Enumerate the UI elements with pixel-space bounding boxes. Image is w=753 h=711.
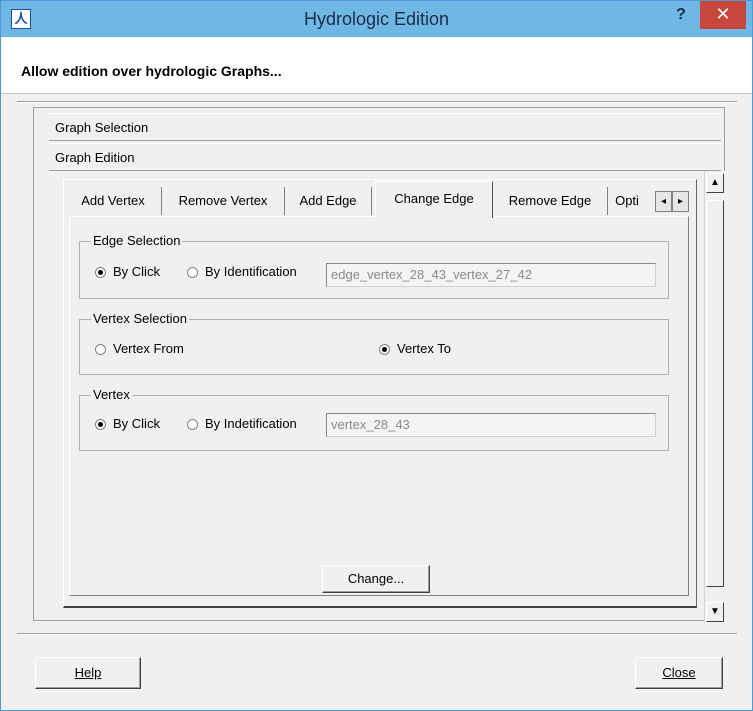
vertex-title: Vertex [91, 387, 132, 402]
dialog-window: 人 Hydrologic Edition ? ✕ Allow edition o… [0, 0, 753, 711]
help-button-label: Help [74, 665, 102, 680]
tab-add-vertex[interactable]: Add Vertex [65, 187, 162, 215]
scrollbar-thumb[interactable] [706, 200, 724, 587]
window-title: Hydrologic Edition [303, 9, 450, 29]
tab-scroll-left-icon[interactable]: ◂ [655, 191, 672, 212]
vertex-by-identification-radio[interactable] [187, 419, 198, 430]
change-button[interactable]: Change... [322, 565, 430, 593]
vertex-from-label[interactable]: Vertex From [113, 341, 184, 356]
top-divider [17, 101, 737, 103]
edge-by-identification-radio[interactable] [187, 267, 198, 278]
edge-identification-field[interactable]: edge_vertex_28_43_vertex_27_42 [326, 263, 656, 287]
close-icon[interactable]: ✕ [700, 1, 746, 29]
accordion-graph-selection[interactable]: Graph Selection [49, 113, 721, 141]
vertex-by-identification-label[interactable]: By Indetification [205, 416, 297, 431]
help-button[interactable]: Help [35, 657, 141, 689]
scroll-down-icon[interactable]: ▼ [706, 602, 724, 622]
vertex-to-label[interactable]: Vertex To [397, 341, 451, 356]
tab-add-edge[interactable]: Add Edge [285, 187, 372, 215]
help-icon[interactable]: ? [669, 5, 693, 29]
tab-options[interactable]: Opti [608, 187, 646, 215]
tab-remove-edge[interactable]: Remove Edge [493, 187, 608, 215]
tab-change-edge[interactable]: Change Edge [375, 181, 493, 218]
accordion-graph-edition[interactable]: Graph Edition [49, 143, 721, 171]
edge-by-click-label[interactable]: By Click [113, 264, 160, 279]
vertex-by-click-radio[interactable] [95, 419, 106, 430]
vertex-identification-field[interactable]: vertex_28_43 [326, 413, 656, 437]
title-bar[interactable]: 人 Hydrologic Edition ? ✕ [1, 1, 752, 37]
edge-by-click-radio[interactable] [95, 267, 106, 278]
scroll-up-icon[interactable]: ▲ [706, 173, 724, 193]
edge-by-identification-label[interactable]: By Identification [205, 264, 297, 279]
close-button-label: Close [662, 665, 696, 680]
tab-scroll-right-icon[interactable]: ▸ [672, 191, 689, 212]
vertex-selection-title: Vertex Selection [91, 311, 189, 326]
tab-strip: Add Vertex Remove Vertex Add Edge Change… [65, 181, 693, 218]
bottom-divider [17, 633, 737, 635]
vertex-by-click-label[interactable]: By Click [113, 416, 160, 431]
vertex-to-radio[interactable] [379, 344, 390, 355]
close-button[interactable]: Close [635, 657, 723, 689]
tab-remove-vertex[interactable]: Remove Vertex [162, 187, 285, 215]
vertex-from-radio[interactable] [95, 344, 106, 355]
header-description: Allow edition over hydrologic Graphs... [21, 63, 282, 79]
edge-selection-title: Edge Selection [91, 233, 183, 248]
